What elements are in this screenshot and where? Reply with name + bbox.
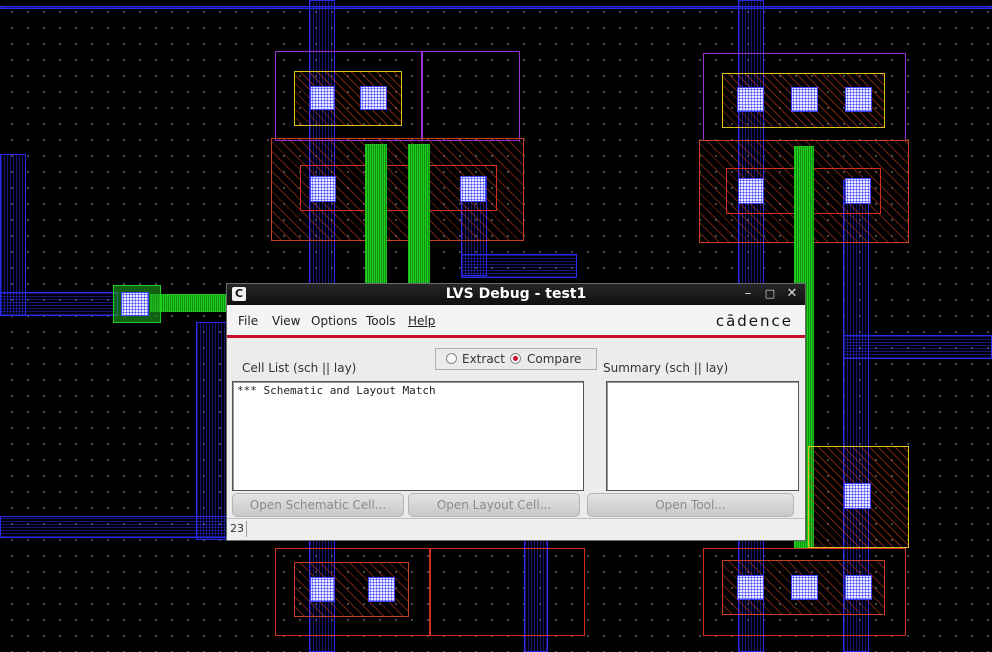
metal1-rail-top (0, 6, 992, 9)
mode-radio-group: Extract Compare (435, 348, 597, 370)
contact (310, 577, 335, 602)
minimize-icon[interactable]: – (741, 287, 755, 301)
contact (310, 176, 336, 202)
cell-list-box[interactable]: *** Schematic and Layout Match (232, 381, 584, 491)
metal1-left-horizontal (0, 292, 118, 316)
contact (460, 176, 486, 202)
status-divider (246, 521, 247, 537)
menu-bar: File View Options Tools Help cādence (227, 305, 805, 338)
extract-radio[interactable] (446, 353, 457, 364)
window-title: LVS Debug - test1 (445, 286, 587, 302)
contact (845, 87, 872, 112)
contact (791, 575, 818, 600)
open-layout-cell-button[interactable]: Open Layout Cell... (408, 493, 580, 517)
status-count: 23 (230, 522, 244, 535)
metal1-lower-left-vertical (196, 322, 228, 540)
compare-radio[interactable] (510, 353, 521, 364)
menu-help[interactable]: Help (408, 314, 435, 328)
poly-gate-2 (408, 144, 430, 294)
contact (737, 575, 764, 600)
contact (368, 577, 395, 602)
contact (121, 292, 149, 316)
menu-tools[interactable]: Tools (366, 314, 396, 328)
contact (845, 178, 871, 204)
cell-list-label: Cell List (sch || lay) (242, 361, 357, 375)
contact (737, 87, 764, 112)
menu-file[interactable]: File (238, 314, 258, 328)
contact (844, 483, 871, 509)
close-icon[interactable]: ✕ (785, 287, 799, 301)
contact (738, 178, 764, 204)
menu-options[interactable]: Options (311, 314, 357, 328)
menu-view[interactable]: View (272, 314, 300, 328)
compare-label[interactable]: Compare (527, 352, 581, 366)
poly-gate-1 (365, 144, 387, 294)
outline-bottom-mid (430, 548, 585, 636)
title-bar[interactable]: C LVS Debug - test1 – □ ✕ (227, 284, 805, 305)
poly-wire-left (150, 294, 230, 312)
contact (310, 86, 335, 110)
contact (845, 575, 872, 600)
cadence-logo: cādence (715, 312, 793, 330)
lvs-debug-dialog: C LVS Debug - test1 – □ ✕ File View Opti… (226, 283, 806, 541)
summary-list-box[interactable] (606, 381, 799, 491)
summary-label: Summary (sch || lay) (603, 361, 729, 375)
open-tool-button[interactable]: Open Tool... (587, 493, 794, 517)
maximize-icon[interactable]: □ (763, 287, 777, 301)
status-bar: 23 (227, 518, 805, 540)
contact (791, 87, 818, 112)
list-item[interactable]: *** Schematic and Layout Match (233, 382, 583, 397)
well-inner-line (421, 51, 423, 141)
extract-label[interactable]: Extract (462, 352, 505, 366)
contact (360, 86, 387, 110)
open-schematic-cell-button[interactable]: Open Schematic Cell... (232, 493, 404, 517)
